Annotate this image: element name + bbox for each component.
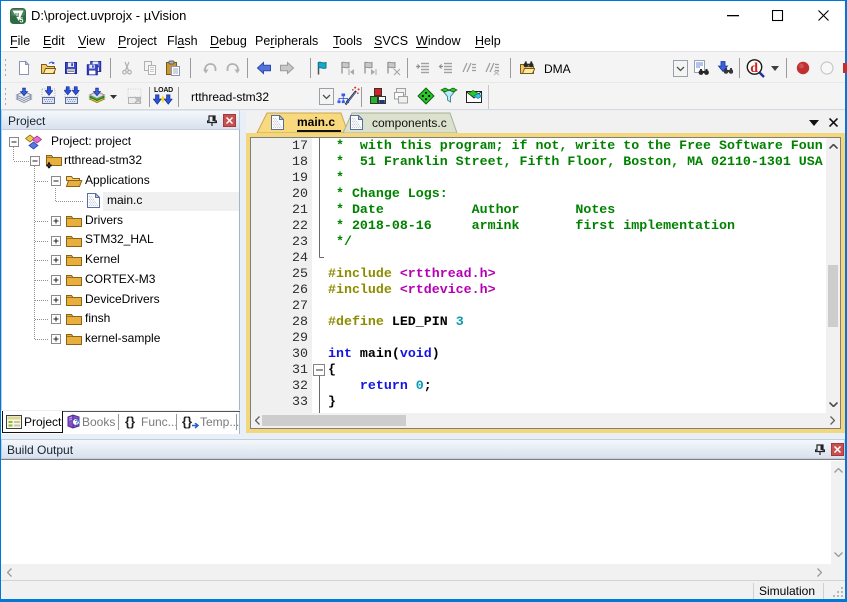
svg-text:µ: µ bbox=[15, 12, 19, 19]
svg-text:5: 5 bbox=[20, 18, 24, 25]
